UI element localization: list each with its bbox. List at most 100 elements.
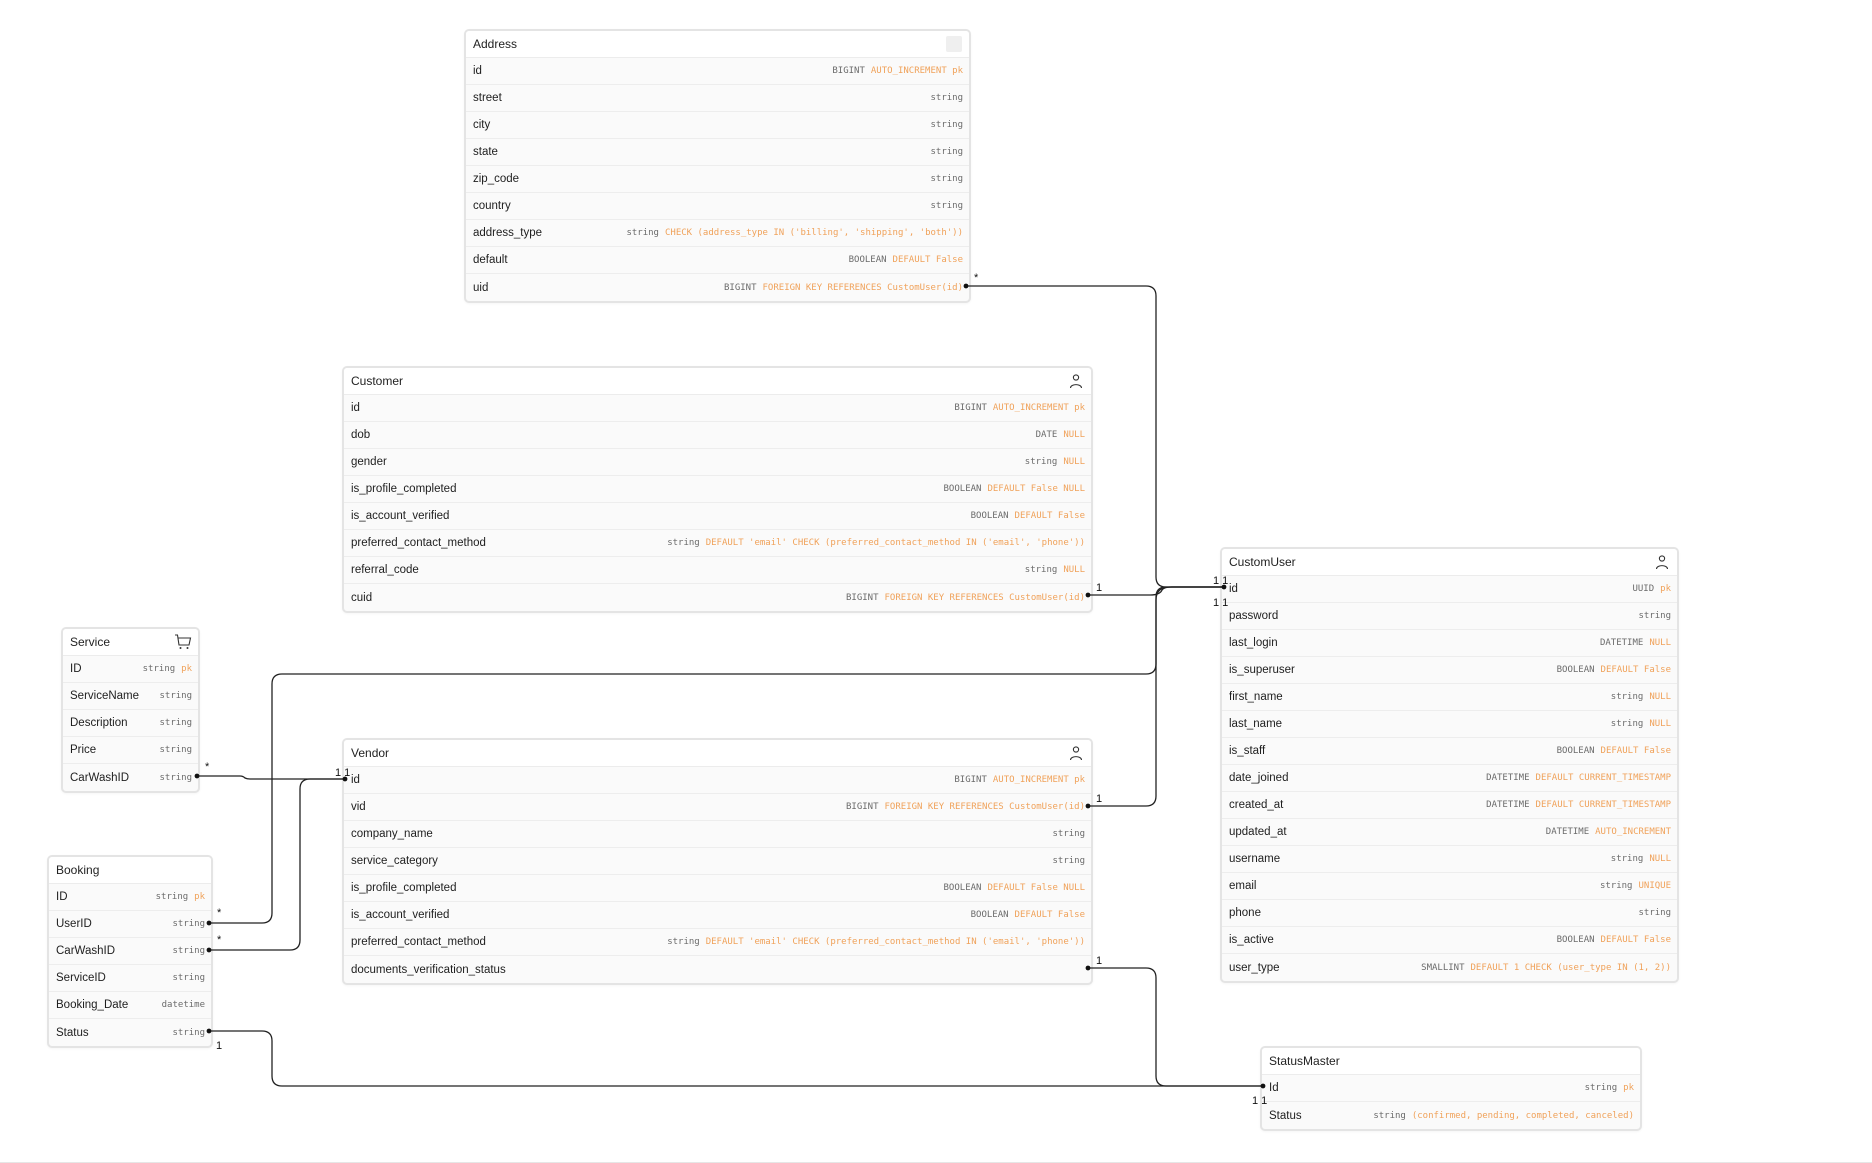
table-title: CustomUser [1229, 555, 1296, 569]
field-row[interactable]: id BIGINT AUTO_INCREMENT pk [344, 767, 1091, 794]
table-header[interactable]: Service [63, 629, 198, 656]
field-row[interactable]: dob DATE NULL [344, 422, 1091, 449]
field-row[interactable]: Id string pk [1262, 1075, 1640, 1102]
table-header[interactable]: Booking [49, 857, 211, 884]
field-type: string CHECK (address_type IN ('billing',… [626, 228, 963, 238]
field-row[interactable]: ServiceID string [49, 965, 211, 992]
field-row[interactable]: updated_at DATETIME AUTO_INCREMENT [1222, 819, 1677, 846]
field-row[interactable]: state string [466, 139, 969, 166]
table-header[interactable]: StatusMaster [1262, 1048, 1640, 1075]
field-row[interactable]: email string UNIQUE [1222, 873, 1677, 900]
table-header[interactable]: CustomUser [1222, 549, 1677, 576]
table-customuser[interactable]: CustomUser id UUID pk password string last_log… [1220, 547, 1679, 983]
field-row[interactable]: is_staff BOOLEAN DEFAULT False [1222, 738, 1677, 765]
field-row[interactable]: id BIGINT AUTO_INCREMENT pk [466, 58, 969, 85]
field-row[interactable]: first_name string NULL [1222, 684, 1677, 711]
field-row[interactable]: id BIGINT AUTO_INCREMENT pk [344, 395, 1091, 422]
field-constraint: NULL [1063, 430, 1085, 440]
field-row[interactable]: Description string [63, 710, 198, 737]
field-name: company_name [351, 828, 433, 840]
field-row[interactable]: Status string (confirmed, pending, complet… [1262, 1102, 1640, 1129]
field-row[interactable]: zip_code string [466, 166, 969, 193]
field-datatype: DATETIME [1486, 773, 1530, 783]
field-datatype: string [155, 892, 189, 902]
field-row[interactable]: user_type SMALLINT DEFAULT 1 CHECK (user_t… [1222, 954, 1677, 981]
field-name: id [1229, 583, 1238, 595]
field-row[interactable]: address_type string CHECK (address_type IN… [466, 220, 969, 247]
field-row[interactable]: last_name string NULL [1222, 711, 1677, 738]
field-row[interactable]: service_category string [344, 848, 1091, 875]
table-header[interactable]: Vendor [344, 740, 1091, 767]
field-row[interactable]: UserID string [49, 911, 211, 938]
field-type: DATETIME NULL [1600, 638, 1671, 648]
field-datatype: BOOLEAN [1556, 935, 1595, 945]
table-customer[interactable]: Customer id BIGINT AUTO_INCREMENT pk dob DATE… [342, 366, 1093, 613]
field-constraint: pk [1660, 584, 1671, 594]
field-name: is_account_verified [351, 909, 450, 921]
field-datatype: string [172, 946, 205, 956]
table-header[interactable]: Customer [344, 368, 1091, 395]
field-row[interactable]: city string [466, 112, 969, 139]
field-datatype: BIGINT [832, 66, 865, 76]
field-row[interactable]: ID string pk [63, 656, 198, 683]
field-type: string pk [1585, 1083, 1634, 1093]
field-name: password [1229, 610, 1279, 622]
field-row[interactable]: street string [466, 85, 969, 112]
field-name: Status [1269, 1109, 1302, 1122]
table-vendor[interactable]: Vendor id BIGINT AUTO_INCREMENT pk vid BIGINT… [342, 738, 1093, 985]
field-name: ID [56, 891, 68, 903]
field-constraint: AUTO_INCREMENT pk [870, 66, 963, 76]
field-name: gender [351, 456, 387, 468]
table-header[interactable]: Address [466, 31, 969, 58]
field-row[interactable]: is_account_verified BOOLEAN DEFAULT False [344, 902, 1091, 929]
field-row[interactable]: CarWashID string [49, 938, 211, 965]
field-row[interactable]: phone string [1222, 900, 1677, 927]
field-row[interactable]: preferred_contact_method string DEFAULT 'e… [344, 929, 1091, 956]
field-row[interactable]: country string [466, 193, 969, 220]
field-datatype: string [1024, 565, 1058, 575]
field-type: string [159, 718, 192, 728]
field-row[interactable]: is_profile_completed BOOLEAN DEFAULT False… [344, 476, 1091, 503]
field-row[interactable]: is_profile_completed BOOLEAN DEFAULT False… [344, 875, 1091, 902]
field-row[interactable]: company_name string [344, 821, 1091, 848]
field-row[interactable]: password string [1222, 603, 1677, 630]
field-row[interactable]: default BOOLEAN DEFAULT False [466, 247, 969, 274]
field-name: is_profile_completed [351, 483, 457, 495]
field-row[interactable]: is_superuser BOOLEAN DEFAULT False [1222, 657, 1677, 684]
field-row[interactable]: preferred_contact_method string DEFAULT 'e… [344, 530, 1091, 557]
field-row[interactable]: username string NULL [1222, 846, 1677, 873]
cart-icon [174, 633, 192, 651]
field-type: SMALLINT DEFAULT 1 CHECK (user_type IN (1… [1421, 963, 1671, 973]
field-row[interactable]: created_at DATETIME DEFAULT CURRENT_TIMEST… [1222, 792, 1677, 819]
field-constraint: NULL [1649, 854, 1671, 864]
table-booking[interactable]: Booking ID string pk UserID string CarWashID st… [47, 855, 213, 1048]
table-service[interactable]: Service ID string pk ServiceName string Descri… [61, 627, 200, 793]
field-constraint: DEFAULT 'email' CHECK (preferred_contact… [705, 937, 1085, 947]
field-row[interactable]: id UUID pk [1222, 576, 1677, 603]
table-statusmaster[interactable]: StatusMaster Id string pk Status string (confi… [1260, 1046, 1642, 1131]
field-row[interactable]: referral_code string NULL [344, 557, 1091, 584]
field-datatype: BOOLEAN [943, 883, 982, 893]
field-type: string [172, 973, 205, 983]
field-row[interactable]: is_account_verified BOOLEAN DEFAULT False [344, 503, 1091, 530]
field-row[interactable]: gender string NULL [344, 449, 1091, 476]
field-row[interactable]: ID string pk [49, 884, 211, 911]
field-type: DATETIME AUTO_INCREMENT [1546, 827, 1671, 837]
field-row[interactable]: Status string [49, 1019, 211, 1046]
field-row[interactable]: Price string [63, 737, 198, 764]
field-row[interactable]: vid BIGINT FOREIGN KEY REFERENCES CustomUs… [344, 794, 1091, 821]
field-row[interactable]: cuid BIGINT FOREIGN KEY REFERENCES CustomU… [344, 584, 1091, 611]
field-type: BOOLEAN DEFAULT False [1557, 935, 1671, 945]
field-name: cuid [351, 591, 373, 604]
field-row[interactable]: uid BIGINT FOREIGN KEY REFERENCES CustomUs… [466, 274, 969, 301]
field-row[interactable]: Booking_Date datetime [49, 992, 211, 1019]
field-row[interactable]: CarWashID string [63, 764, 198, 791]
field-row[interactable]: documents_verification_status [344, 956, 1091, 983]
field-row[interactable]: date_joined DATETIME DEFAULT CURRENT_TIMES… [1222, 765, 1677, 792]
field-constraint: FOREIGN KEY REFERENCES CustomUser(id) [884, 592, 1085, 603]
field-row[interactable]: is_active BOOLEAN DEFAULT False [1222, 927, 1677, 954]
field-name: uid [473, 281, 489, 294]
field-row[interactable]: last_login DATETIME NULL [1222, 630, 1677, 657]
table-address[interactable]: Address id BIGINT AUTO_INCREMENT pk street st… [464, 29, 971, 303]
field-row[interactable]: ServiceName string [63, 683, 198, 710]
